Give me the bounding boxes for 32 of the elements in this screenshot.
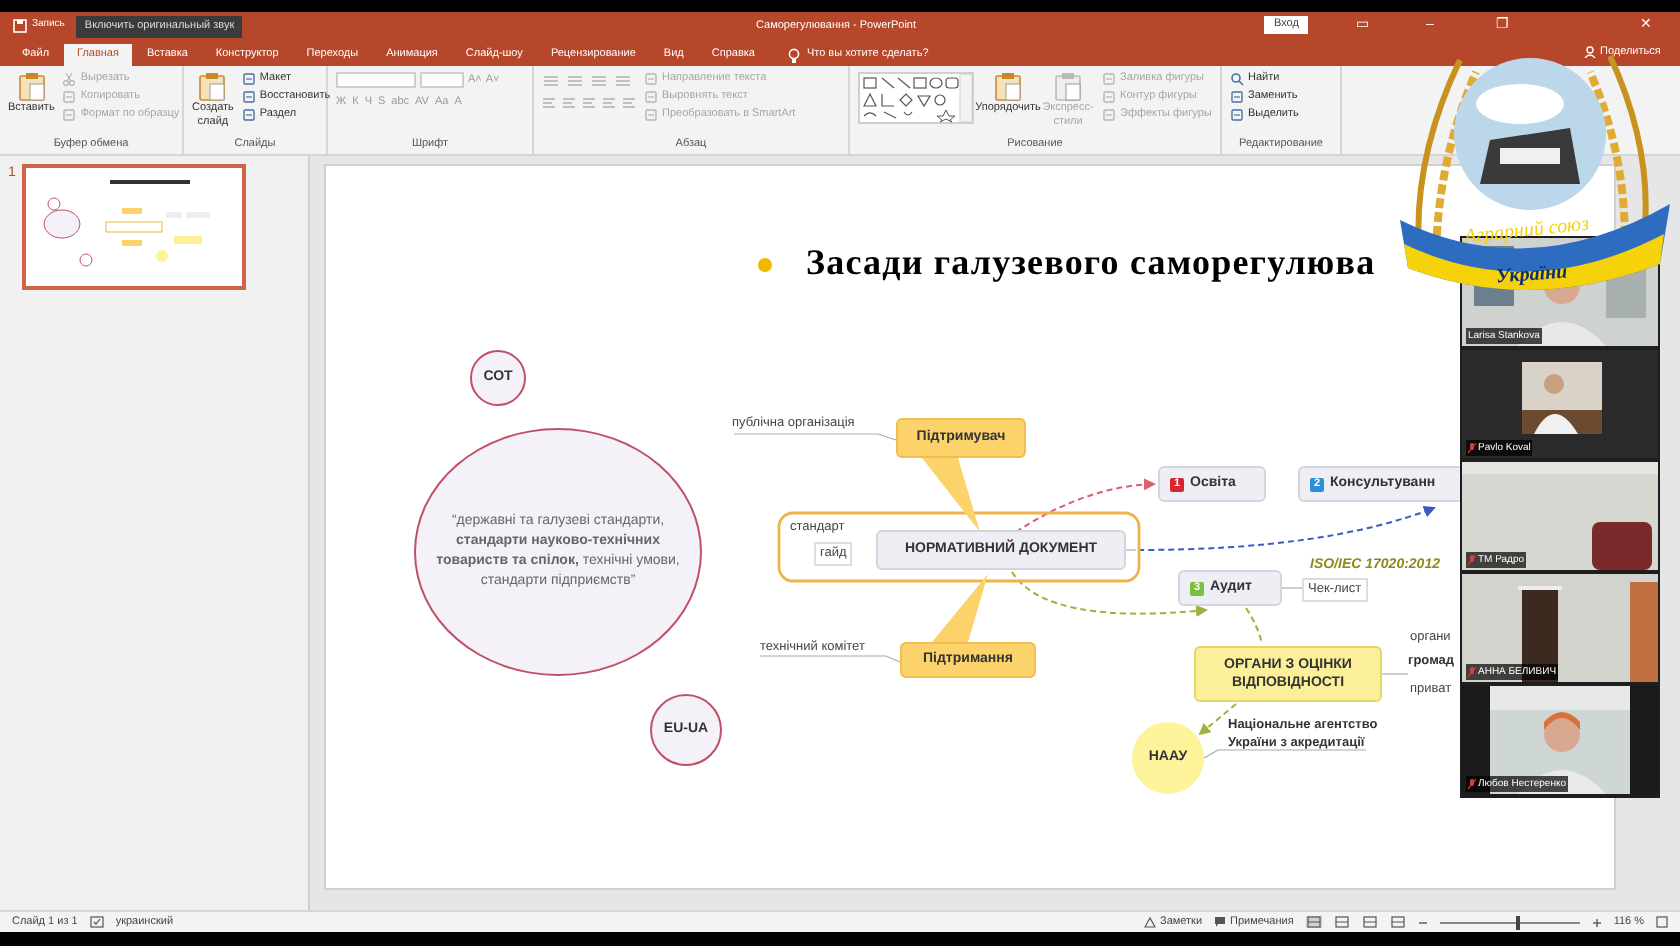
- fit-slide-icon: [1656, 916, 1668, 928]
- zoom-slider-thumb[interactable]: [1516, 915, 1521, 929]
- bullets-icon: [542, 74, 560, 88]
- search-icon: [1230, 72, 1244, 86]
- slide-thumbnail[interactable]: [21, 164, 246, 290]
- clipboard-icon: [17, 72, 46, 102]
- bullet-icon: [758, 258, 772, 272]
- person-icon: [1584, 46, 1596, 59]
- callout-pointer: [932, 574, 988, 642]
- comment-icon: [1214, 916, 1227, 928]
- font-size-field[interactable]: [420, 72, 464, 88]
- leader-line: [759, 655, 901, 663]
- save-icon: [12, 18, 28, 34]
- leader-line: [1281, 587, 1303, 589]
- dashed-line: [1245, 607, 1263, 645]
- spellcheck-icon: [89, 916, 104, 928]
- align-left-icon: [542, 96, 556, 110]
- reading-view-icon[interactable]: [1361, 916, 1378, 928]
- font-name-field[interactable]: [336, 72, 416, 88]
- leader-line: [1125, 549, 1137, 551]
- shapes-gallery-icon: [858, 72, 974, 124]
- slideshow-icon[interactable]: [1389, 916, 1406, 928]
- slide-sorter-icon[interactable]: [1333, 916, 1350, 928]
- logo-text: України: [1495, 259, 1569, 293]
- leader-line: [1381, 673, 1409, 675]
- scissors-icon: [62, 72, 77, 86]
- minus-icon: [1417, 917, 1428, 927]
- slide-title: Засади галузевого саморегулюва: [806, 240, 1376, 286]
- callout-pointer: [922, 458, 980, 532]
- logo-text: Аграрний союз: [1462, 211, 1591, 253]
- normal-view-icon[interactable]: [1305, 916, 1322, 928]
- plus-icon: [1591, 917, 1602, 927]
